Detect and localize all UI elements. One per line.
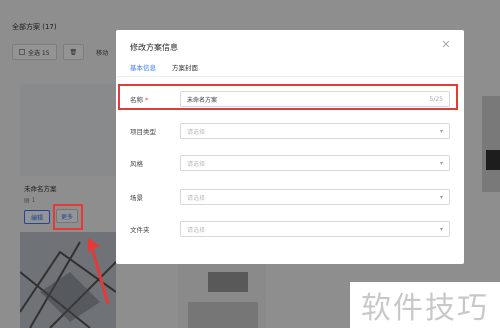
scene-label: 场景 <box>130 194 143 202</box>
scene-select[interactable]: 请选择 ▾ <box>180 189 450 205</box>
scene-placeholder: 请选择 <box>187 194 206 202</box>
folder-placeholder: 请选择 <box>187 226 206 234</box>
scene-row: 场景 请选择 ▾ <box>128 186 456 208</box>
project-type-row: 项目类型 请选择 ▾ <box>128 120 456 142</box>
chevron-down-icon: ▾ <box>439 193 443 201</box>
highlight-more-button <box>53 204 83 230</box>
tab-basic-info[interactable]: 基本信息 <box>130 62 156 77</box>
folder-label: 文件夹 <box>130 226 150 234</box>
style-placeholder: 请选择 <box>187 160 206 168</box>
modal-tabs: 基本信息 方案封面 <box>130 62 198 77</box>
folder-row: 文件夹 请选择 ▾ <box>128 218 456 240</box>
style-select[interactable]: 请选择 ▾ <box>180 155 450 171</box>
red-arrow-icon <box>88 238 110 305</box>
highlight-name-field <box>118 84 458 110</box>
chevron-down-icon: ▾ <box>439 225 443 233</box>
project-type-placeholder: 请选择 <box>187 128 206 136</box>
style-label: 风格 <box>130 160 143 168</box>
close-icon[interactable]: ✕ <box>440 39 452 51</box>
tab-divider <box>116 76 464 77</box>
chevron-down-icon: ▾ <box>439 127 443 135</box>
edit-plan-modal: 修改方案信息 ✕ 基本信息 方案封面 名称 * 未命名方案 5/25 项目类型 … <box>116 30 464 264</box>
style-row: 风格 请选择 ▾ <box>128 152 456 174</box>
chevron-down-icon: ▾ <box>439 159 443 167</box>
watermark: 软件技巧 <box>350 282 500 328</box>
project-type-label: 项目类型 <box>130 128 156 136</box>
project-type-select[interactable]: 请选择 ▾ <box>180 123 450 139</box>
folder-select[interactable]: 请选择 ▾ <box>180 221 450 237</box>
tab-plan-cover[interactable]: 方案封面 <box>172 62 198 77</box>
modal-title: 修改方案信息 <box>130 43 178 52</box>
